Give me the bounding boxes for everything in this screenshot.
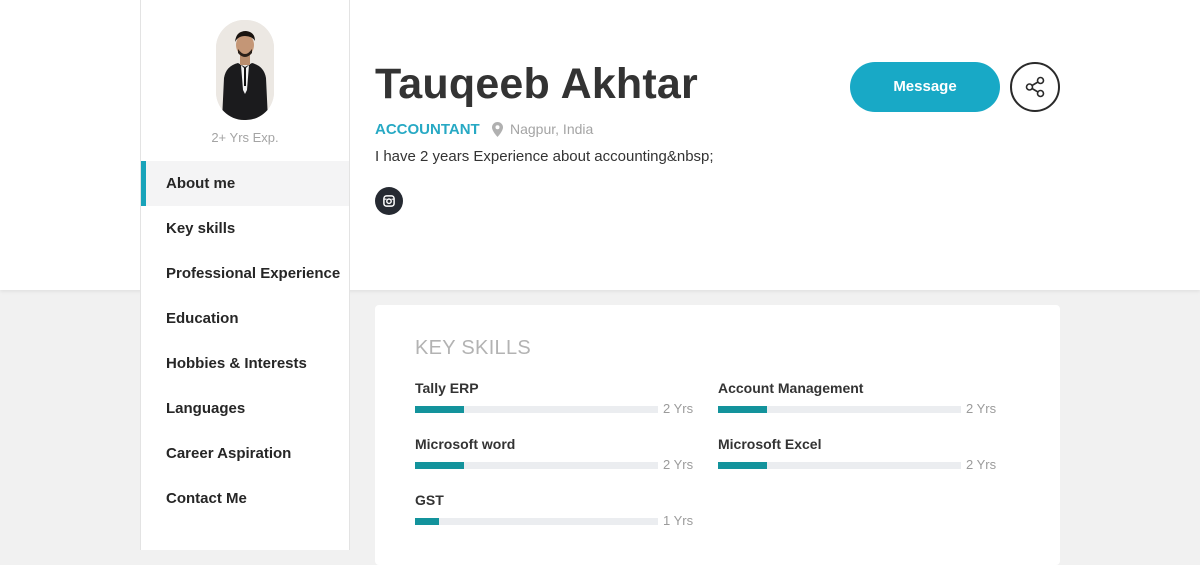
skill-progress-fill (718, 406, 767, 413)
instagram-icon (383, 195, 395, 207)
skill-progress-fill (415, 518, 440, 525)
sidebar-item-contact-me[interactable]: Contact Me (141, 476, 349, 521)
skill-progress-bar (718, 406, 961, 413)
skill-name: GST (415, 492, 444, 508)
share-icon (1025, 76, 1045, 98)
skill-name: Account Management (718, 380, 864, 396)
map-pin-icon (492, 121, 503, 137)
skill-progress-fill (415, 462, 464, 469)
profile-name: Tauqeeb Akhtar (375, 60, 698, 108)
skill-progress-fill (415, 406, 464, 413)
location-text: Nagpur, India (510, 121, 594, 137)
skill-name: Tally ERP (415, 380, 479, 396)
profile-role: ACCOUNTANT (375, 121, 480, 138)
experience-label: 2+ Yrs Exp. (211, 130, 279, 145)
share-button[interactable] (1010, 62, 1060, 112)
skill-name: Microsoft word (415, 436, 516, 452)
skill-progress-fill (718, 462, 767, 469)
key-skills-card: KEY SKILLS Tally ERP 2 Yrs Account Manag… (375, 305, 1060, 565)
skill-years: 2 Yrs (966, 401, 997, 416)
instagram-link[interactable] (375, 187, 403, 215)
skill-years: 2 Yrs (663, 457, 694, 472)
skill-progress-bar (415, 406, 658, 413)
sidebar-item-hobbies-interests[interactable]: Hobbies & Interests (141, 341, 349, 386)
skill-item: GST 1 Yrs (415, 490, 695, 528)
sidebar-item-career-aspiration[interactable]: Career Aspiration (141, 431, 349, 476)
sidebar-item-key-skills[interactable]: Key skills (141, 206, 349, 251)
sidebar: 2+ Yrs Exp. About me Key skills Professi… (140, 0, 350, 550)
avatar (216, 20, 274, 120)
message-button[interactable]: Message (850, 62, 1000, 112)
skill-item: Tally ERP 2 Yrs (415, 378, 695, 416)
sidebar-item-professional-experience[interactable]: Professional Experience (141, 251, 349, 296)
skill-years: 2 Yrs (966, 457, 997, 472)
skill-years: 1 Yrs (663, 513, 694, 528)
skill-item: Account Management 2 Yrs (718, 378, 998, 416)
skill-progress-bar (718, 462, 961, 469)
sidebar-item-education[interactable]: Education (141, 296, 349, 341)
avatar-image (216, 20, 274, 120)
profile-about: I have 2 years Experience about accounti… (375, 148, 714, 165)
sidebar-item-about-me[interactable]: About me (141, 161, 349, 206)
skill-name: Microsoft Excel (718, 436, 822, 452)
sidebar-item-languages[interactable]: Languages (141, 386, 349, 431)
profile-location: Nagpur, India (492, 121, 593, 137)
sidebar-nav: About me Key skills Professional Experie… (141, 161, 349, 521)
skill-item: Microsoft Excel 2 Yrs (718, 434, 998, 472)
skill-progress-bar (415, 462, 658, 469)
key-skills-title: KEY SKILLS (415, 337, 532, 359)
skill-years: 2 Yrs (663, 401, 694, 416)
skill-item: Microsoft word 2 Yrs (415, 434, 695, 472)
skill-progress-bar (415, 518, 658, 525)
